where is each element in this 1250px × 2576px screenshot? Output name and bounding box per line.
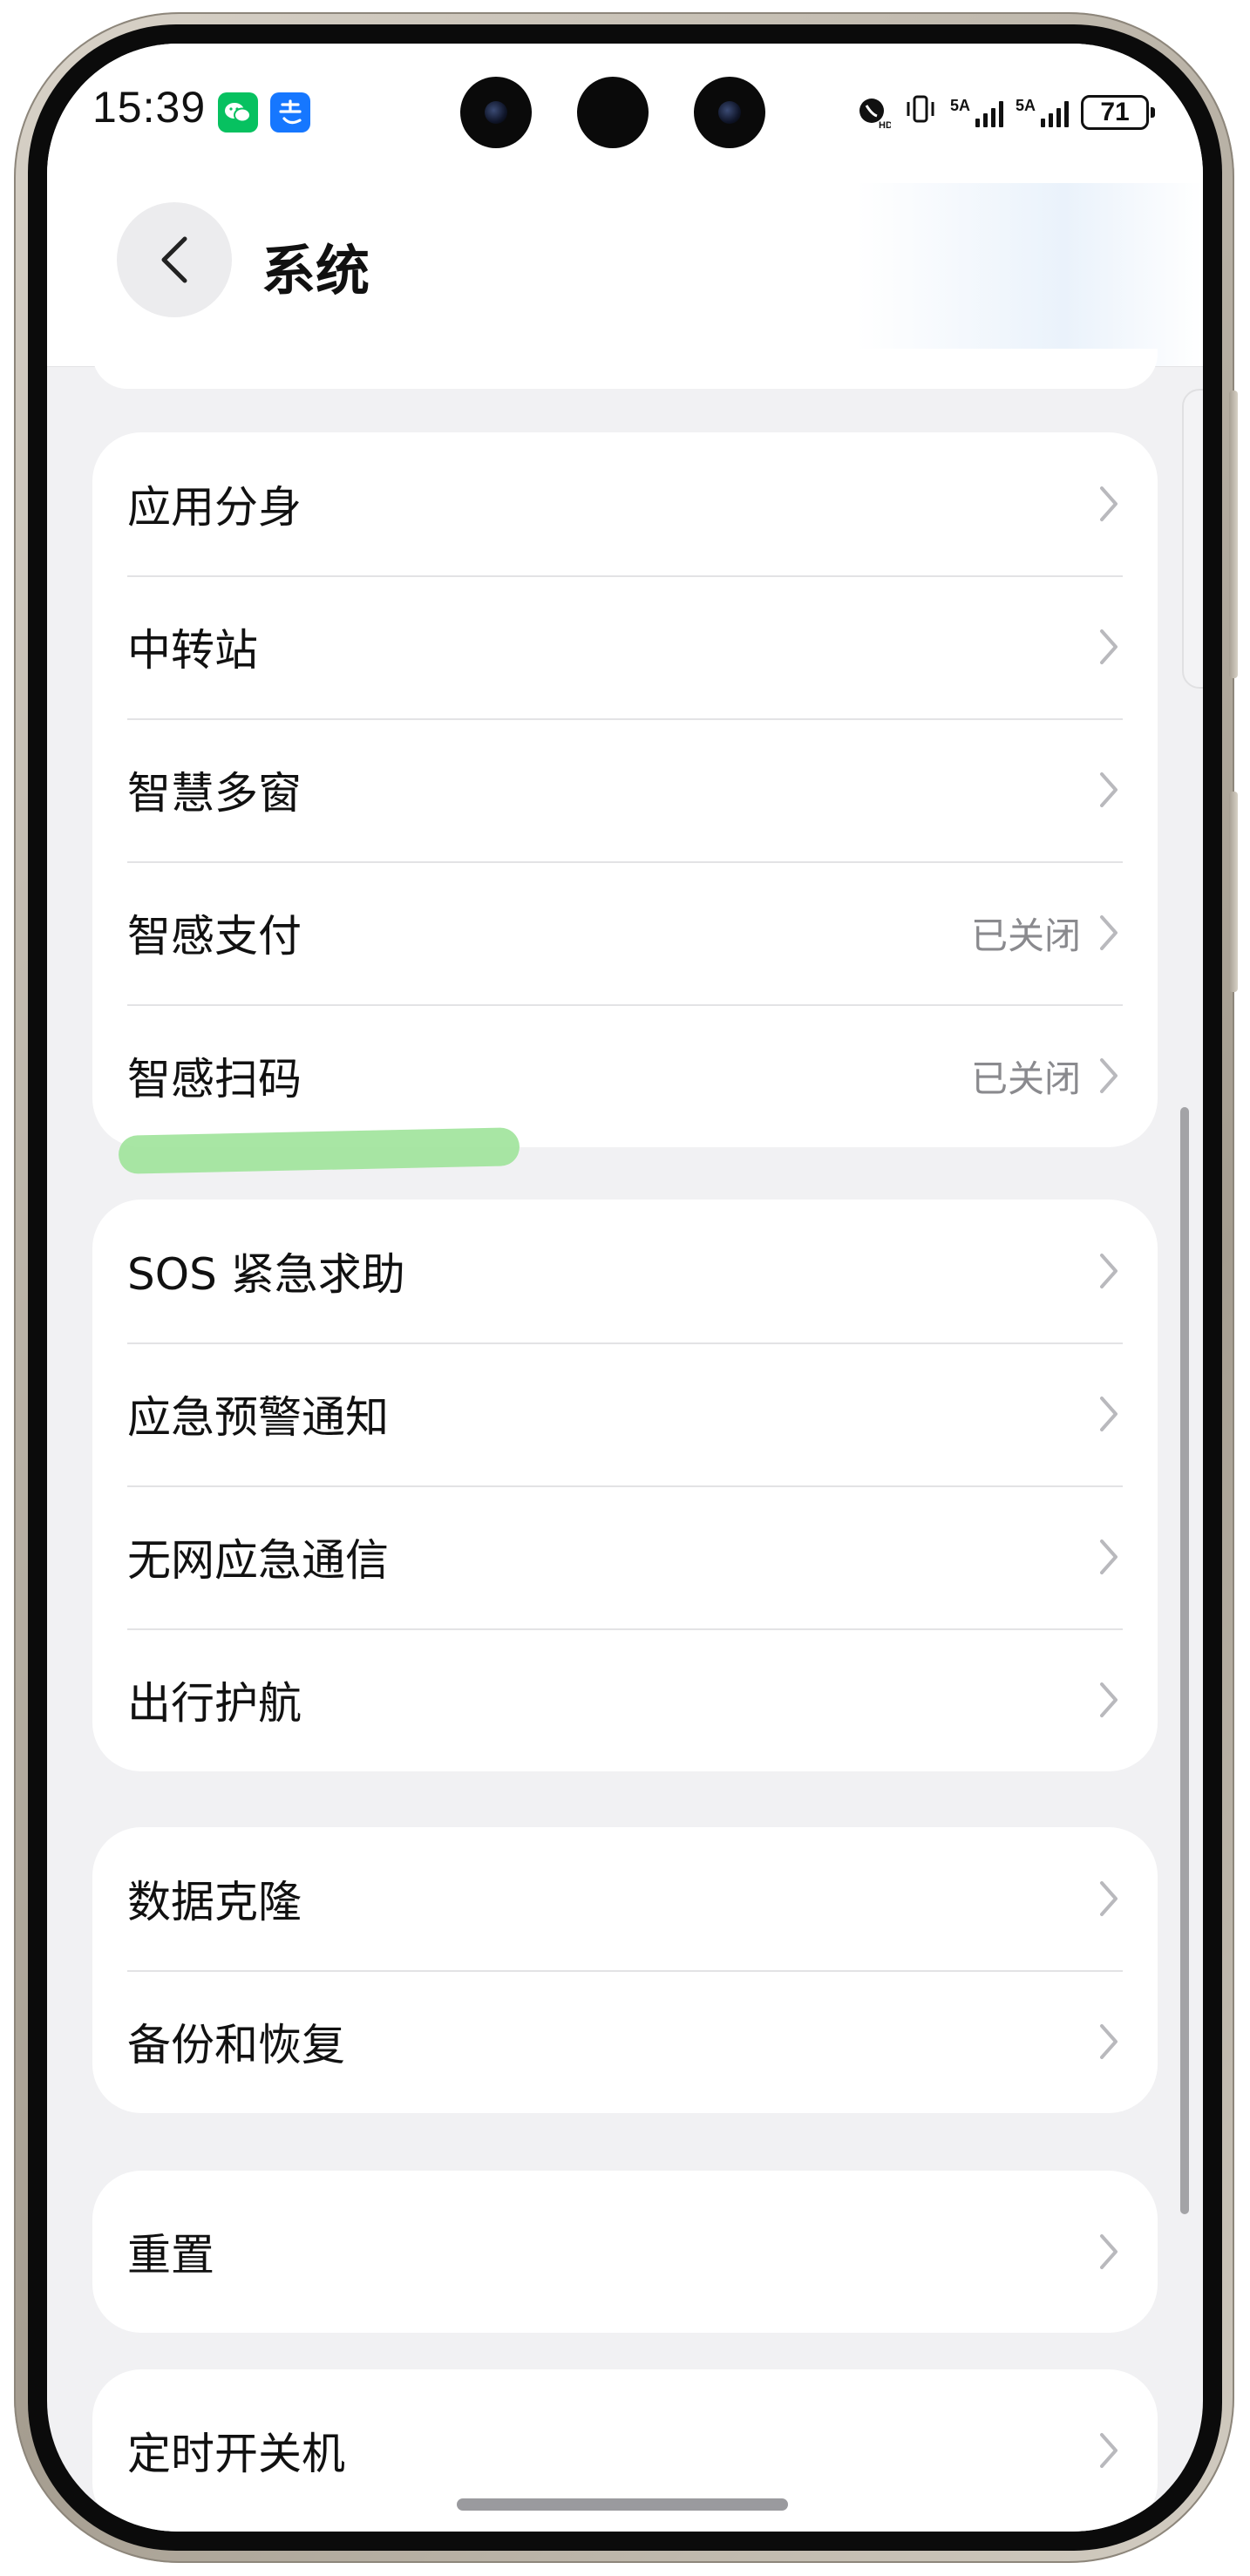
chevron-right-icon [1097,1393,1121,1435]
settings-row-backup-restore[interactable]: 备份和恢复 [92,1970,1158,2113]
settings-row-offline-emergency[interactable]: 无网应急通信 [92,1485,1158,1628]
network-type-2-label: 5A [1015,97,1036,114]
row-status-value: 已关闭 [970,914,1081,957]
settings-row-travel-guard[interactable]: 出行护航 [92,1628,1158,1771]
status-bar: 15:39 HD 5A 5A 71 [47,44,1203,183]
back-button[interactable] [117,202,232,317]
network-type-label: 5A [949,97,970,114]
volume-button [1229,391,1238,678]
chevron-left-icon [161,236,187,283]
settings-group-4: 重置 [92,2171,1158,2333]
edge-panel-handle[interactable] [1182,389,1203,689]
row-label: 备份和恢复 [127,2020,345,2070]
power-button [1229,792,1238,992]
chevron-right-icon [1097,769,1121,811]
page-header: 系统 [47,183,1203,367]
signal-icon: 5A [950,98,1003,127]
wechat-icon [218,92,258,133]
settings-row-transfer-station[interactable]: 中转站 [92,575,1158,718]
row-label: 定时开关机 [127,2429,345,2479]
settings-row-smart-scan[interactable]: 智感扫码 已关闭 [92,1004,1158,1147]
signal-2-icon: 5A [1016,98,1069,127]
settings-row-sos[interactable]: SOS 紧急求助 [92,1200,1158,1342]
screen: 15:39 HD 5A 5A 71 系统 应用分身 中转站 智慧多窗 智感支付 … [47,44,1203,2532]
front-camera-2-icon [694,77,765,148]
chevron-right-icon [1097,483,1121,525]
chevron-right-icon [1097,626,1121,668]
row-label: 中转站 [127,625,258,676]
chevron-right-icon [1097,912,1121,954]
status-indicators: HD 5A 5A 71 [856,91,1155,134]
row-label: 重置 [127,2230,214,2280]
row-label: 出行护航 [127,1678,302,1729]
chevron-right-icon [1097,1679,1121,1721]
settings-group-2: SOS 紧急求助 应急预警通知 无网应急通信 出行护航 [92,1200,1158,1771]
settings-row-emergency-alerts[interactable]: 应急预警通知 [92,1342,1158,1485]
row-label: SOS 紧急求助 [127,1249,405,1300]
status-time: 15:39 [92,83,207,132]
settings-group-3: 数据克隆 备份和恢复 [92,1827,1158,2113]
vibrate-icon [903,92,938,133]
scrollbar[interactable] [1180,1107,1189,2214]
front-camera-icon [460,77,532,148]
hd-call-icon: HD [859,99,891,130]
row-label: 应急预警通知 [127,1392,389,1443]
chevron-right-icon [1097,2430,1121,2471]
row-label: 智感支付 [127,911,302,962]
highlight-annotation [118,1127,520,1174]
sensor-icon [577,77,649,148]
settings-row-smart-pay[interactable]: 智感支付 已关闭 [92,861,1158,1004]
previous-card-edge [92,349,1158,389]
chevron-right-icon [1097,1536,1121,1578]
settings-row-multi-window[interactable]: 智慧多窗 [92,718,1158,861]
settings-row-app-clone[interactable]: 应用分身 [92,432,1158,575]
chevron-right-icon [1097,1878,1121,1920]
row-label: 智慧多窗 [127,768,302,819]
battery-icon: 71 [1081,95,1155,130]
settings-row-data-clone[interactable]: 数据克隆 [92,1827,1158,1970]
chevron-right-icon [1097,2021,1121,2063]
alipay-icon [270,92,310,133]
chevron-right-icon [1097,2231,1121,2273]
chevron-right-icon [1097,1055,1121,1097]
svg-text:HD: HD [879,120,891,130]
page-title: 系统 [262,239,370,302]
chevron-right-icon [1097,1250,1121,1292]
row-label: 数据克隆 [127,1877,302,1927]
row-label: 无网应急通信 [127,1535,389,1586]
settings-row-reset[interactable]: 重置 [92,2171,1158,2333]
row-label: 智感扫码 [127,1054,302,1104]
row-status-value: 已关闭 [970,1057,1081,1100]
row-label: 应用分身 [127,482,302,533]
settings-group-1: 应用分身 中转站 智慧多窗 智感支付 已关闭 智感扫码 已关闭 [92,432,1158,1147]
home-indicator[interactable] [457,2498,788,2511]
